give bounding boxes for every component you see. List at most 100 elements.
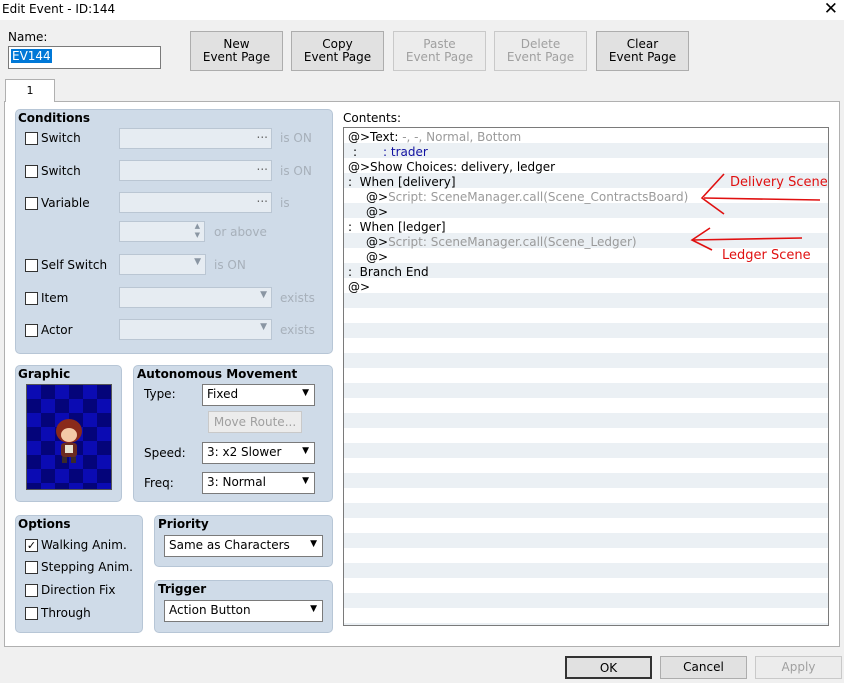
switch2-field[interactable]: ...: [119, 159, 272, 181]
contents-row-bg: [344, 518, 828, 533]
delete-event-page-button[interactable]: Delete Event Page: [494, 31, 587, 71]
priority-select[interactable]: Same as Characters ▼: [164, 535, 323, 557]
variable-label: Variable: [41, 196, 90, 210]
contents-row-bg: [344, 458, 828, 473]
walking-anim-label: Walking Anim.: [41, 538, 127, 552]
movement-freq-select[interactable]: 3: Normal ▼: [202, 472, 315, 494]
character-sprite-icon: [27, 385, 111, 489]
content-line[interactable]: @>Script: SceneManager.call(Scene_Contra…: [366, 190, 688, 204]
trigger-select[interactable]: Action Button ▼: [164, 600, 323, 622]
move-route-button[interactable]: Move Route...: [208, 411, 302, 433]
movement-type-select[interactable]: Fixed ▼: [202, 384, 315, 406]
stepper-up-icon[interactable]: ▲: [195, 222, 200, 230]
chevron-down-icon: ▼: [302, 388, 309, 398]
paste-event-page-button[interactable]: Paste Event Page: [393, 31, 486, 71]
options-title: Options: [18, 517, 71, 531]
contents-row-bg: [344, 293, 828, 308]
contents-row-bg: [344, 398, 828, 413]
movement-speed-select[interactable]: 3: x2 Slower ▼: [202, 442, 315, 464]
item-checkbox[interactable]: [25, 292, 38, 305]
stepping-anim-label: Stepping Anim.: [41, 560, 133, 574]
stepping-anim-checkbox[interactable]: [25, 561, 38, 574]
variable-above-label: or above: [214, 225, 267, 239]
item-select[interactable]: ▼: [119, 287, 272, 308]
movement-freq-value: 3: Normal: [207, 475, 266, 489]
contents-row-bg: [344, 488, 828, 503]
contents-row-bg: [344, 548, 828, 563]
clear-button-line2: Event Page: [608, 50, 677, 64]
content-line[interactable]: @>Show Choices: delivery, ledger: [348, 160, 555, 174]
window-title: Edit Event - ID:144: [2, 2, 116, 16]
through-label: Through: [41, 606, 91, 620]
content-line[interactable]: : Branch End: [348, 265, 429, 279]
clear-event-page-button[interactable]: Clear Event Page: [596, 31, 689, 71]
copy-event-page-button[interactable]: Copy Event Page: [291, 31, 384, 71]
movement-speed-label: Speed:: [144, 446, 186, 460]
content-line[interactable]: @>: [366, 250, 388, 264]
name-label: Name:: [8, 30, 48, 44]
name-value: EV144: [11, 49, 52, 63]
contents-row-bg: [344, 278, 828, 293]
contents-row-bg: [344, 323, 828, 338]
trigger-value: Action Button: [169, 603, 251, 617]
priority-title: Priority: [158, 517, 209, 531]
title-bar: Edit Event - ID:144 ✕: [0, 0, 844, 20]
item-suffix: exists: [280, 291, 315, 305]
new-event-page-button[interactable]: New Event Page: [190, 31, 283, 71]
priority-value: Same as Characters: [169, 538, 290, 552]
contents-row-bg: [344, 368, 828, 383]
self-switch-checkbox[interactable]: [25, 259, 38, 272]
chevron-down-icon: ▼: [310, 539, 317, 549]
switch1-field[interactable]: ...: [119, 127, 272, 149]
contents-row-bg: [344, 383, 828, 398]
through-checkbox[interactable]: [25, 607, 38, 620]
contents-row-bg: [344, 308, 828, 323]
content-line[interactable]: @>Text: -, -, Normal, Bottom: [348, 130, 521, 144]
content-line[interactable]: : When [delivery]: [348, 175, 456, 189]
switch1-checkbox[interactable]: [25, 132, 38, 145]
content-line[interactable]: @>: [366, 205, 388, 219]
switch2-checkbox[interactable]: [25, 165, 38, 178]
variable-field[interactable]: ...: [119, 191, 272, 213]
content-line[interactable]: : When [ledger]: [348, 220, 446, 234]
name-input[interactable]: EV144: [8, 46, 161, 69]
switch2-label: Switch: [41, 164, 81, 178]
actor-label: Actor: [41, 323, 73, 337]
contents-row-bg: [344, 443, 828, 458]
self-switch-suffix: is ON: [214, 258, 246, 272]
chevron-down-icon: ▼: [260, 322, 267, 332]
direction-fix-label: Direction Fix: [41, 583, 116, 597]
contents-label: Contents:: [343, 111, 402, 125]
movement-title: Autonomous Movement: [137, 367, 298, 381]
movement-freq-label: Freq:: [144, 476, 174, 490]
chevron-down-icon: ▼: [260, 290, 267, 300]
new-button-line2: Event Page: [202, 50, 271, 64]
close-icon[interactable]: ✕: [824, 0, 838, 19]
actor-select[interactable]: ▼: [119, 319, 272, 340]
ok-button[interactable]: OK: [565, 656, 652, 679]
direction-fix-checkbox[interactable]: [25, 584, 38, 597]
tab-page-1[interactable]: 1: [5, 79, 55, 102]
apply-button[interactable]: Apply: [755, 656, 842, 679]
graphic-preview[interactable]: [26, 384, 112, 490]
chevron-down-icon: ▼: [310, 604, 317, 614]
contents-row-bg: [344, 608, 828, 623]
self-switch-select[interactable]: ▼: [119, 254, 206, 275]
variable-checkbox[interactable]: [25, 197, 38, 210]
annotation-arrows-icon: [690, 173, 821, 251]
cancel-button[interactable]: Cancel: [660, 656, 747, 679]
contents-row-bg: [344, 413, 828, 428]
trigger-title: Trigger: [158, 582, 207, 596]
variable-value-stepper[interactable]: ▲ ▼: [119, 221, 205, 242]
self-switch-label: Self Switch: [41, 258, 108, 272]
copy-button-line2: Event Page: [303, 50, 372, 64]
contents-row-bg: [344, 533, 828, 548]
item-label: Item: [41, 291, 69, 305]
content-line[interactable]: @>: [348, 280, 370, 294]
walking-anim-checkbox[interactable]: ✓: [25, 539, 38, 552]
content-line[interactable]: :: trader: [353, 145, 428, 159]
actor-checkbox[interactable]: [25, 324, 38, 337]
content-line[interactable]: @>Script: SceneManager.call(Scene_Ledger…: [366, 235, 637, 249]
stepper-down-icon[interactable]: ▼: [195, 231, 200, 239]
check-icon: ✓: [26, 539, 37, 552]
